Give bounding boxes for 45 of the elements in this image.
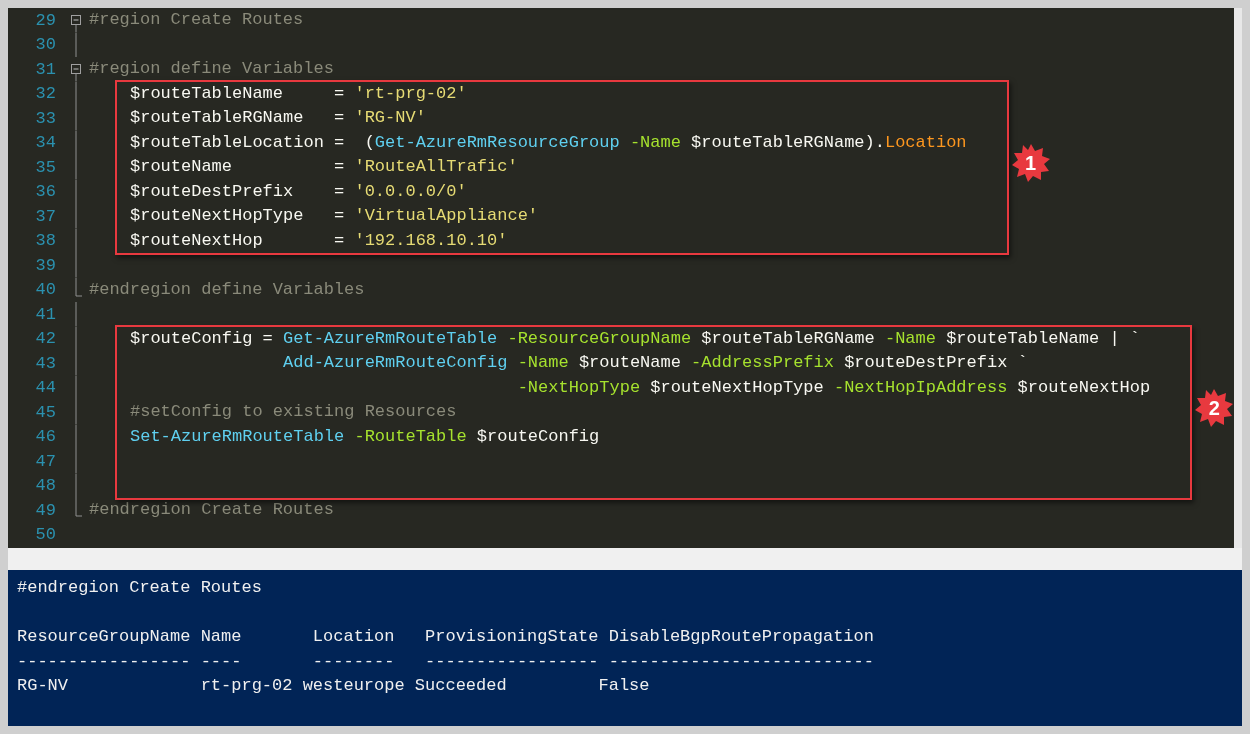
line-number: 47 bbox=[34, 451, 56, 471]
code-line: #setConfig to existing Resources bbox=[130, 401, 457, 423]
code-line: $routeTableRGName = 'RG-NV' bbox=[130, 107, 426, 129]
console-line: #endregion Create Routes bbox=[17, 577, 263, 599]
code-line: #endregion Create Routes bbox=[89, 500, 334, 519]
line-number: 39 bbox=[34, 255, 56, 275]
code-line: $routeTableLocation = (Get-AzureRmResourceGroup -Name $routeTableRGName).Location bbox=[130, 131, 967, 154]
line-number: 43 bbox=[34, 353, 56, 373]
line-number: 35 bbox=[34, 157, 56, 177]
line-number: 34 bbox=[34, 133, 56, 153]
console-line: ----------------- ---- -------- ----------------- -------------------------- bbox=[17, 650, 875, 673]
code-line: $routeConfig = Get-AzureRmRouteTable -ResourceGroupName $routeTableRGName -Name $routeTableName | ` bbox=[130, 327, 1140, 350]
code-line: $routeName = 'RouteAllTrafic' bbox=[130, 156, 518, 178]
code-line: Set-AzureRmRouteTable -RouteTable $routeConfig bbox=[130, 425, 600, 448]
line-number: 38 bbox=[34, 231, 56, 251]
line-number: 32 bbox=[34, 84, 56, 104]
console-line: ResourceGroupName Name Location ProvisioningState DisableBgpRoutePropagation bbox=[17, 626, 875, 648]
line-number: 30 bbox=[34, 35, 56, 55]
code-line: $routeTableName = 'rt-prg-02' bbox=[130, 82, 467, 105]
code-line: $routeDestPrefix = '0.0.0.0/0' bbox=[130, 180, 467, 203]
code-line: Add-AzureRmRouteConfig -Name $routeName -AddressPrefix $routeDestPrefix ` bbox=[282, 352, 1028, 374]
code-line: $routeNextHopType = 'VirtualAppliance' bbox=[130, 205, 539, 227]
line-number: 36 bbox=[34, 182, 56, 202]
code-line: #endregion define Variables bbox=[89, 279, 365, 299]
line-number: 42 bbox=[34, 329, 56, 349]
code-editor[interactable] bbox=[8, 8, 1242, 548]
line-number: 49 bbox=[34, 500, 56, 520]
line-number: 46 bbox=[34, 427, 56, 447]
line-number: 29 bbox=[34, 10, 56, 30]
line-number: 45 bbox=[34, 402, 56, 422]
line-number: 40 bbox=[34, 280, 56, 300]
line-number: 31 bbox=[34, 59, 56, 79]
line-number: 41 bbox=[34, 304, 56, 324]
code-line: $routeNextHop = '192.168.10.10' bbox=[130, 229, 508, 252]
line-number: 50 bbox=[34, 525, 56, 545]
line-number: 48 bbox=[34, 476, 56, 496]
line-number: 44 bbox=[34, 378, 56, 398]
callout-badge: 1 bbox=[1010, 143, 1051, 184]
code-line: #region Create Routes bbox=[89, 10, 304, 29]
code-line: -NextHopType $routeNextHopType -NextHopIpAddress $routeNextHop bbox=[516, 376, 1151, 399]
line-number: 33 bbox=[34, 108, 56, 128]
code-line: #region define Variables bbox=[89, 59, 334, 78]
callout-badge: 2 bbox=[1194, 388, 1234, 429]
line-number: 37 bbox=[34, 206, 56, 226]
console-line: RG-NV rt-prg-02 westeurope Succeeded False bbox=[17, 675, 651, 697]
